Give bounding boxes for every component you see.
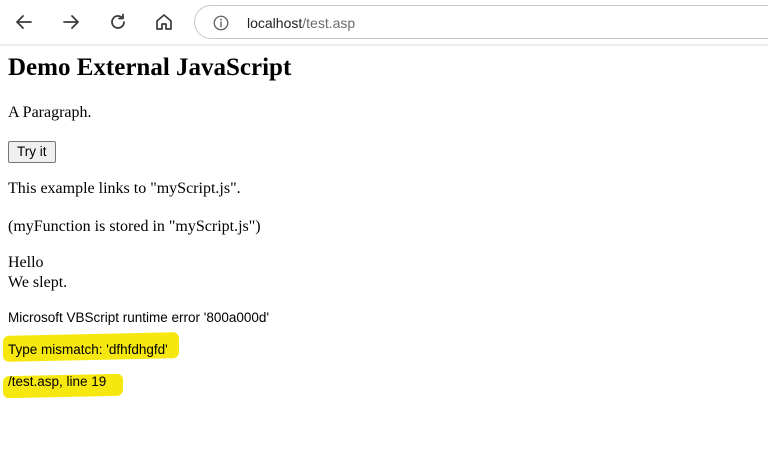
forward-button[interactable]	[57, 8, 85, 36]
script-link-note: This example links to "myScript.js".	[8, 180, 241, 197]
error-message: Type mismatch: 'dfhfdhgfd'	[8, 342, 168, 357]
try-it-button[interactable]: Try it	[8, 141, 56, 163]
address-bar[interactable]: localhost/test.asp	[194, 5, 768, 39]
url-path: /test.asp	[302, 15, 356, 31]
home-icon	[156, 14, 172, 30]
error-location: /test.asp, line 19	[8, 374, 107, 389]
reload-button[interactable]	[104, 8, 132, 36]
back-button[interactable]	[10, 8, 38, 36]
arrow-right-icon	[63, 15, 79, 29]
url-host: localhost	[247, 15, 303, 31]
hello-text: Hello	[8, 254, 44, 271]
browser-toolbar: localhost/test.asp	[0, 0, 768, 44]
function-store-note: (myFunction is stored in "myScript.js")	[8, 218, 261, 235]
arrow-left-icon	[16, 15, 32, 29]
slept-text: We slept.	[8, 274, 68, 291]
paragraph-text: A Paragraph.	[8, 104, 92, 121]
toolbar-divider	[0, 44, 768, 46]
site-info-button[interactable]	[211, 13, 231, 33]
page-heading: Demo External JavaScript	[8, 54, 292, 81]
home-button[interactable]	[150, 8, 178, 36]
error-title: Microsoft VBScript runtime error '800a00…	[8, 310, 270, 325]
url-text[interactable]: localhost/test.asp	[247, 14, 355, 32]
reload-icon	[111, 13, 125, 29]
info-icon	[213, 15, 229, 31]
